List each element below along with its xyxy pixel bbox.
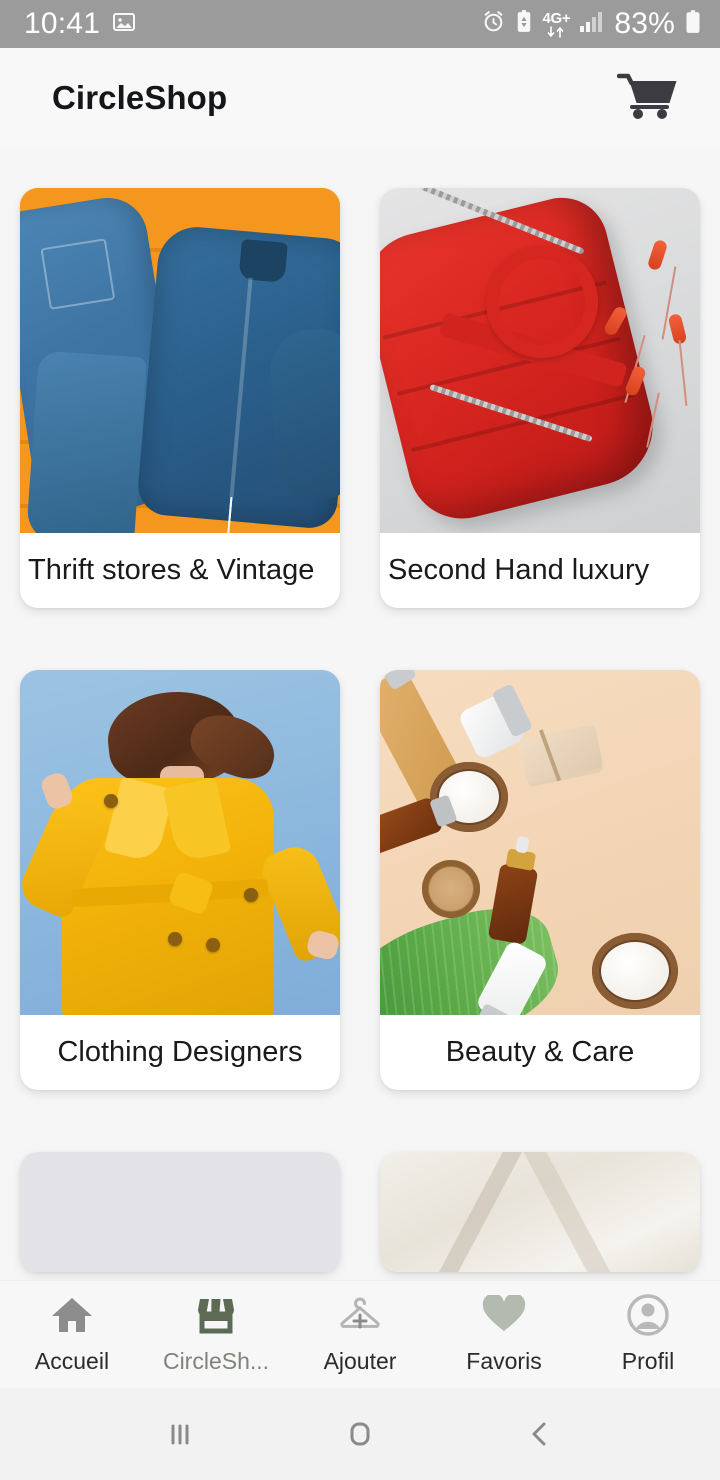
nav-label: CircleSh... xyxy=(162,1348,270,1374)
category-card-clothing-designers[interactable]: Clothing Designers xyxy=(20,670,340,1090)
category-image-second-hand-luxury xyxy=(380,188,700,533)
nav-label: Ajouter xyxy=(323,1348,397,1374)
category-grid-scroll[interactable]: Thrift stores & Vintage Second Hand luxu… xyxy=(0,148,720,1280)
nav-label: Accueil xyxy=(34,1348,110,1374)
status-bar: 10:41 4G+ 83% xyxy=(0,0,720,48)
category-card-partial-left[interactable] xyxy=(20,1152,340,1272)
bottom-navigation: Accueil CircleSh... Ajouter Favoris Prof… xyxy=(0,1280,720,1388)
category-label: Beauty & Care xyxy=(445,1036,635,1068)
nav-label: Profil xyxy=(621,1348,675,1374)
nav-label: Favoris xyxy=(466,1348,542,1374)
category-image-thrift-stores xyxy=(20,188,340,533)
person-circle-icon xyxy=(626,1294,670,1336)
nav-item-circleshop[interactable]: CircleSh... xyxy=(144,1281,288,1388)
category-grid: Thrift stores & Vintage Second Hand luxu… xyxy=(20,188,700,1272)
network-4g-plus-icon: 4G+ xyxy=(542,11,571,38)
signal-bars-icon xyxy=(579,10,605,39)
category-image-beauty-care xyxy=(380,670,700,1015)
nav-item-favoris[interactable]: Favoris xyxy=(432,1281,576,1388)
shopping-cart-icon xyxy=(616,71,679,126)
category-label: Second Hand luxury xyxy=(388,554,650,586)
heart-icon xyxy=(481,1294,527,1336)
home-icon xyxy=(50,1294,94,1336)
category-card-partial-right[interactable] xyxy=(380,1152,700,1272)
home-square-icon[interactable] xyxy=(315,1404,405,1464)
category-card-thrift-stores[interactable]: Thrift stores & Vintage xyxy=(20,188,340,608)
system-navigation-bar xyxy=(0,1388,720,1480)
category-card-second-hand-luxury[interactable]: Second Hand luxury xyxy=(380,188,700,608)
page-title: CircleShop xyxy=(52,79,228,116)
hanger-plus-icon xyxy=(336,1294,384,1336)
phone-screen: 10:41 4G+ 83% CircleShop Thrift stores &… xyxy=(0,0,720,1480)
alarm-icon xyxy=(481,9,506,39)
category-image-partial-left xyxy=(20,1152,340,1272)
category-label: Thrift stores & Vintage xyxy=(28,554,315,586)
store-icon xyxy=(194,1294,238,1336)
battery-icon xyxy=(684,9,702,40)
nav-item-ajouter[interactable]: Ajouter xyxy=(288,1281,432,1388)
category-card-beauty-care[interactable]: Beauty & Care xyxy=(380,670,700,1090)
category-image-clothing-designers xyxy=(20,670,340,1015)
status-bar-left: 10:41 xyxy=(24,7,136,41)
nav-item-profil[interactable]: Profil xyxy=(576,1281,720,1388)
cart-button[interactable] xyxy=(612,66,684,130)
image-icon xyxy=(112,10,136,39)
app-header: CircleShop xyxy=(0,48,720,148)
nav-item-accueil[interactable]: Accueil xyxy=(0,1281,144,1388)
status-clock: 10:41 xyxy=(24,7,101,40)
recents-icon[interactable] xyxy=(135,1404,225,1464)
battery-percentage: 83% xyxy=(614,7,675,40)
category-image-partial-right xyxy=(380,1152,700,1272)
back-chevron-icon[interactable] xyxy=(495,1404,585,1464)
battery-saver-icon xyxy=(515,9,533,39)
category-label: Clothing Designers xyxy=(57,1036,303,1068)
status-bar-right: 4G+ 83% xyxy=(481,7,702,41)
